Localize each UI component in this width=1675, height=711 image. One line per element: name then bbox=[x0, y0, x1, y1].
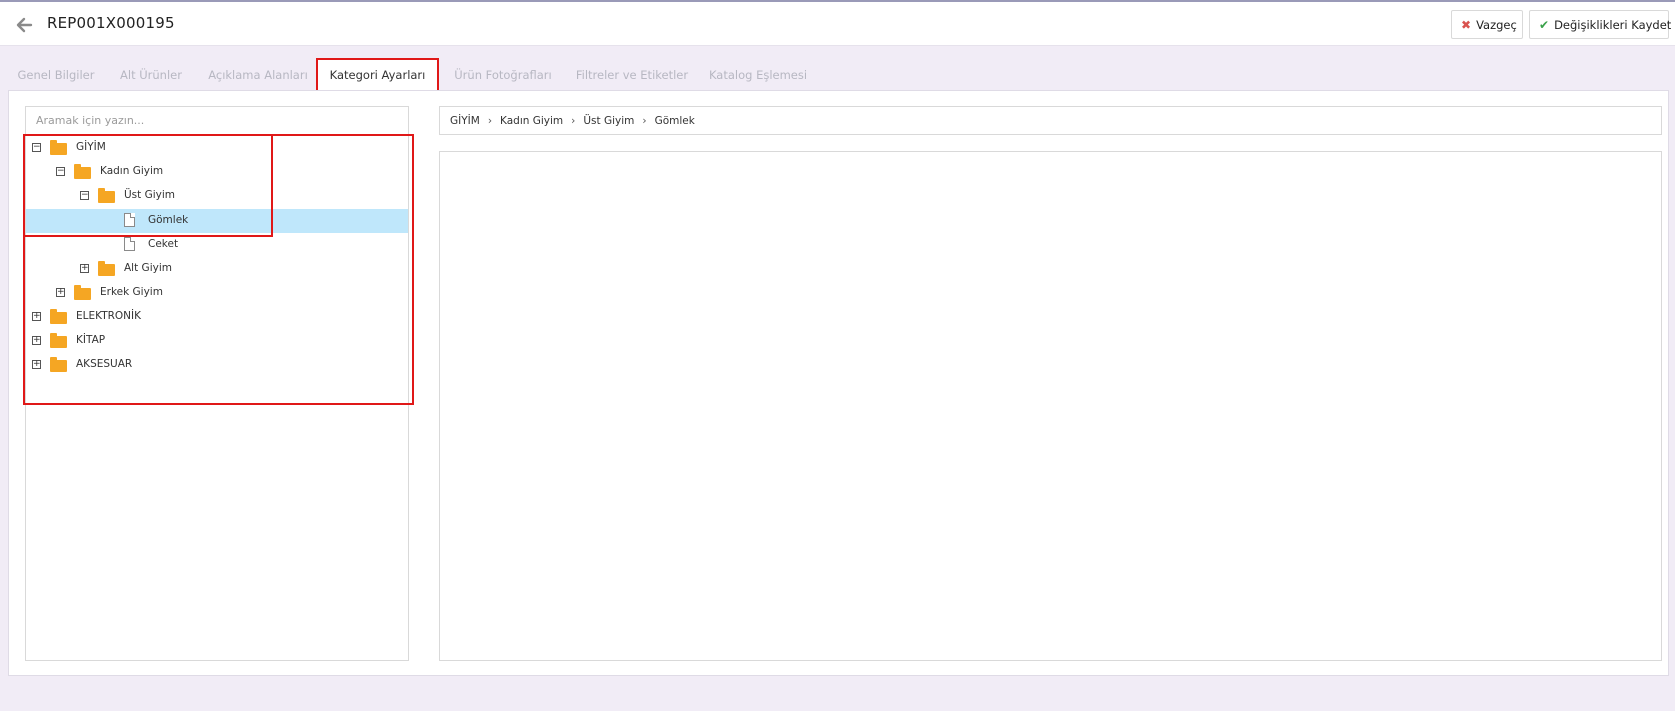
tree-node-aksesuar[interactable]: + AKSESUAR bbox=[26, 353, 408, 377]
breadcrumb-item[interactable]: Üst Giyim bbox=[583, 115, 634, 127]
file-icon bbox=[124, 213, 135, 227]
page-header: REP001X000195 ✖ Vazgeç ✔ Değişiklikleri … bbox=[0, 2, 1675, 46]
folder-icon bbox=[98, 188, 115, 203]
tab-genel-bilgiler[interactable]: Genel Bilgiler bbox=[14, 58, 98, 92]
tab-katalog-eslemesi[interactable]: Katalog Eşlemesi bbox=[706, 58, 810, 92]
minus-box-icon[interactable]: − bbox=[80, 191, 89, 200]
tree-node-label: Ceket bbox=[148, 238, 179, 250]
cancel-button[interactable]: ✖ Vazgeç bbox=[1451, 10, 1523, 39]
folder-icon bbox=[50, 333, 67, 348]
minus-box-icon[interactable]: − bbox=[56, 167, 65, 176]
chevron-right-icon: › bbox=[571, 114, 576, 127]
folder-icon bbox=[50, 309, 67, 324]
tab-bar: Genel Bilgiler Alt Ürünler Açıklama Alan… bbox=[8, 58, 1668, 92]
breadcrumb-item[interactable]: Gömlek bbox=[655, 115, 695, 127]
check-icon: ✔ bbox=[1539, 17, 1550, 32]
breadcrumb-item[interactable]: Kadın Giyim bbox=[500, 115, 563, 127]
file-icon bbox=[124, 237, 135, 251]
back-button[interactable] bbox=[14, 15, 34, 35]
chevron-right-icon: › bbox=[642, 114, 647, 127]
tab-kategori-ayarlari[interactable]: Kategori Ayarları bbox=[316, 58, 439, 92]
category-tree: − GİYİM − Kadın Giyim − Üst Giyim Gömlek… bbox=[25, 106, 409, 661]
tree-search-input[interactable] bbox=[26, 107, 408, 135]
tree-node-erkek-giyim[interactable]: + Erkek Giyim bbox=[26, 281, 408, 305]
tree-node-label: Üst Giyim bbox=[124, 189, 176, 201]
tree-node-alt-giyim[interactable]: + Alt Giyim bbox=[26, 257, 408, 281]
tree-node-label: GİYİM bbox=[76, 141, 106, 153]
tree-node-label: Alt Giyim bbox=[124, 262, 172, 274]
tree-node-giyim[interactable]: − GİYİM bbox=[26, 136, 408, 160]
folder-icon bbox=[50, 357, 67, 372]
tree-node-kadin-giyim[interactable]: − Kadın Giyim bbox=[26, 160, 408, 184]
close-icon: ✖ bbox=[1461, 17, 1472, 32]
category-detail-area bbox=[439, 151, 1662, 661]
category-settings-panel: − GİYİM − Kadın Giyim − Üst Giyim Gömlek… bbox=[8, 90, 1669, 676]
folder-icon bbox=[74, 164, 91, 179]
folder-icon bbox=[74, 285, 91, 300]
page-title: REP001X000195 bbox=[47, 14, 175, 32]
tree-node-ceket[interactable]: Ceket bbox=[26, 233, 408, 257]
tab-urun-fotograflari[interactable]: Ürün Fotoğrafları bbox=[450, 58, 556, 92]
plus-box-icon[interactable]: + bbox=[32, 360, 41, 369]
tree-node-label: Gömlek bbox=[148, 214, 189, 226]
tab-filtreler-etiketler[interactable]: Filtreler ve Etiketler bbox=[568, 58, 696, 92]
breadcrumb: GİYİM › Kadın Giyim › Üst Giyim › Gömlek bbox=[439, 106, 1662, 135]
arrow-left-icon bbox=[16, 17, 33, 33]
plus-box-icon[interactable]: + bbox=[80, 264, 89, 273]
tree-node-label: KİTAP bbox=[76, 334, 106, 346]
plus-box-icon[interactable]: + bbox=[32, 312, 41, 321]
plus-box-icon[interactable]: + bbox=[56, 288, 65, 297]
tree-node-gomlek[interactable]: Gömlek bbox=[26, 209, 408, 233]
breadcrumb-item[interactable]: GİYİM bbox=[450, 115, 480, 127]
minus-box-icon[interactable]: − bbox=[32, 143, 41, 152]
tree-node-label: Erkek Giyim bbox=[100, 286, 163, 298]
save-button-label: Değişiklikleri Kaydet bbox=[1554, 17, 1672, 32]
folder-icon bbox=[98, 261, 115, 276]
tree-node-label: AKSESUAR bbox=[76, 358, 133, 370]
folder-icon bbox=[50, 140, 67, 155]
tab-alt-urunler[interactable]: Alt Ürünler bbox=[111, 58, 191, 92]
tab-aciklama-alanlari[interactable]: Açıklama Alanları bbox=[204, 58, 312, 92]
tree-node-ust-giyim[interactable]: − Üst Giyim bbox=[26, 184, 408, 208]
save-button[interactable]: ✔ Değişiklikleri Kaydet bbox=[1529, 10, 1672, 39]
tree-node-elektronik[interactable]: + ELEKTRONİK bbox=[26, 305, 408, 329]
tree-node-label: Kadın Giyim bbox=[100, 165, 164, 177]
tree-node-label: ELEKTRONİK bbox=[76, 310, 141, 322]
tree-node-kitap[interactable]: + KİTAP bbox=[26, 329, 408, 353]
cancel-button-label: Vazgeç bbox=[1476, 17, 1517, 32]
plus-box-icon[interactable]: + bbox=[32, 336, 41, 345]
chevron-right-icon: › bbox=[487, 114, 493, 127]
